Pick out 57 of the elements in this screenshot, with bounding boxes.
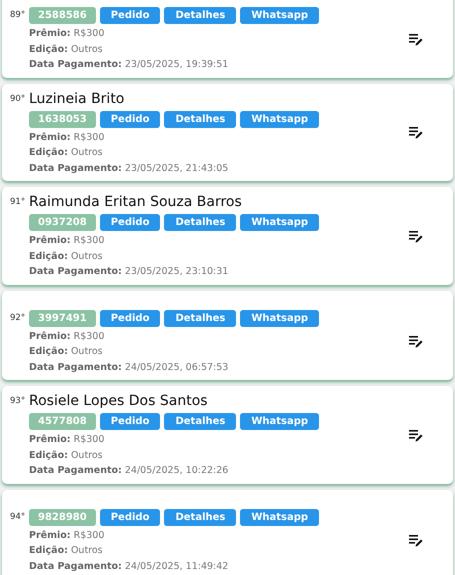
rank-label: 90° <box>10 94 26 103</box>
details-button[interactable]: Detalhes <box>164 508 236 526</box>
order-button[interactable]: Pedido <box>100 413 160 430</box>
field-text: Edição: Outros <box>29 250 104 264</box>
field-text: Prêmio: R$300 <box>29 234 106 248</box>
edit-list-icon[interactable] <box>409 430 423 442</box>
edit-list-icon[interactable] <box>409 535 423 548</box>
person-name: Luzineia Brito <box>29 90 126 108</box>
order-code: 3997491 <box>29 310 96 326</box>
edit-list-icon[interactable] <box>409 230 423 243</box>
person-name: Rosiele Lopes Dos Santos <box>29 393 209 410</box>
details-button[interactable]: Detalhes <box>164 214 236 231</box>
rank-label: 89° <box>10 11 26 20</box>
order-code: 2588586 <box>29 7 96 24</box>
field-text: Data Pagamento: 23/05/2025, 21:43:05 <box>29 162 230 176</box>
rank-label: 92° <box>10 314 26 322</box>
field-text: Prêmio: R$300 <box>29 130 106 144</box>
rank-label: 93° <box>10 397 26 406</box>
person-name: Raimunda Eritan Souza Barros <box>29 194 243 211</box>
order-button[interactable]: Pedido <box>100 214 160 231</box>
details-button[interactable]: Detalhes <box>164 7 236 24</box>
whatsapp-button[interactable]: Whatsapp <box>240 508 320 526</box>
field-text: Edição: Outros <box>29 544 104 558</box>
details-button[interactable]: Detalhes <box>164 110 236 128</box>
order-button[interactable]: Pedido <box>100 110 160 128</box>
order-code: 9828980 <box>29 508 96 526</box>
field-text: Data Pagamento: 24/05/2025, 11:49:42 <box>29 560 230 574</box>
edit-list-icon[interactable] <box>409 34 423 46</box>
field-text: Data Pagamento: 24/05/2025, 06:57:53 <box>29 360 230 374</box>
whatsapp-button[interactable]: Whatsapp <box>240 310 320 326</box>
order-button[interactable]: Pedido <box>100 310 160 326</box>
order-button[interactable]: Pedido <box>100 7 160 24</box>
field-text: Data Pagamento: 23/05/2025, 23:10:31 <box>29 265 230 279</box>
whatsapp-button[interactable]: Whatsapp <box>240 110 320 128</box>
order-button[interactable]: Pedido <box>100 508 160 526</box>
field-text: Edição: Outros <box>29 146 104 160</box>
order-code: 4577808 <box>29 413 96 430</box>
rank-label: 91° <box>10 198 26 206</box>
details-button[interactable]: Detalhes <box>164 413 236 430</box>
whatsapp-button[interactable]: Whatsapp <box>240 7 320 24</box>
whatsapp-button[interactable]: Whatsapp <box>240 413 320 430</box>
rank-label: 94° <box>10 512 26 521</box>
details-button[interactable]: Detalhes <box>164 310 236 326</box>
field-text: Edição: Outros <box>29 42 104 56</box>
edit-list-icon[interactable] <box>409 127 423 140</box>
field-text: Prêmio: R$300 <box>29 528 106 542</box>
field-text: Prêmio: R$300 <box>29 27 106 41</box>
field-text: Prêmio: R$300 <box>29 433 106 447</box>
field-text: Edição: Outros <box>29 448 104 462</box>
field-text: Data Pagamento: 24/05/2025, 10:22:26 <box>29 464 230 478</box>
field-text: Data Pagamento: 23/05/2025, 19:39:51 <box>29 58 230 72</box>
order-code: 1638053 <box>29 110 96 128</box>
field-text: Prêmio: R$300 <box>29 330 106 344</box>
field-text: Edição: Outros <box>29 345 104 359</box>
order-code: 0937208 <box>29 214 96 231</box>
edit-list-icon[interactable] <box>409 336 423 348</box>
whatsapp-button[interactable]: Whatsapp <box>240 214 320 231</box>
